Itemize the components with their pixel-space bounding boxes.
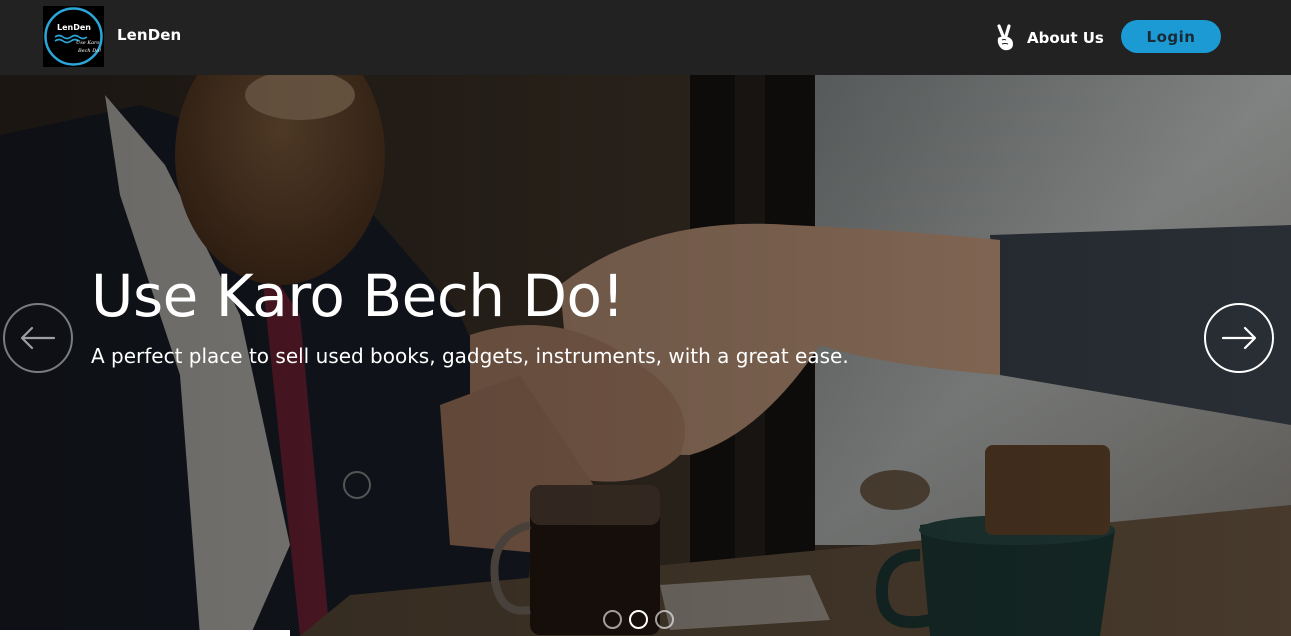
logo-title: LenDen bbox=[57, 23, 91, 32]
bottom-strip bbox=[0, 630, 290, 636]
navbar: LenDen Use Karo Bech Do! LenDen About Us… bbox=[0, 0, 1291, 75]
about-us-link[interactable]: About Us bbox=[993, 24, 1104, 52]
logo-tagline-2: Bech Do! bbox=[77, 48, 101, 54]
hero-carousel: Use Karo Bech Do! A perfect place to sel… bbox=[0, 75, 1291, 636]
arrow-right-icon bbox=[1221, 326, 1257, 350]
carousel-indicator-2[interactable] bbox=[629, 610, 648, 629]
carousel-indicators bbox=[603, 610, 674, 629]
hero-subtitle: A perfect place to sell used books, gadg… bbox=[91, 344, 849, 368]
carousel-prev-button[interactable] bbox=[3, 303, 73, 373]
victory-hand-icon bbox=[997, 24, 1013, 51]
carousel-next-button[interactable] bbox=[1204, 303, 1274, 373]
about-us-label: About Us bbox=[1027, 29, 1104, 47]
carousel-indicator-1[interactable] bbox=[603, 610, 622, 629]
hero-title: Use Karo Bech Do! bbox=[91, 262, 625, 330]
logo-image: LenDen Use Karo Bech Do! bbox=[43, 6, 104, 67]
brand-name[interactable]: LenDen bbox=[117, 26, 181, 44]
logo-tagline-1: Use Karo bbox=[76, 40, 99, 46]
logo[interactable]: LenDen Use Karo Bech Do! bbox=[43, 6, 104, 67]
carousel-indicator-3[interactable] bbox=[655, 610, 674, 629]
arrow-left-icon bbox=[20, 326, 56, 350]
login-button[interactable]: Login bbox=[1121, 20, 1221, 53]
